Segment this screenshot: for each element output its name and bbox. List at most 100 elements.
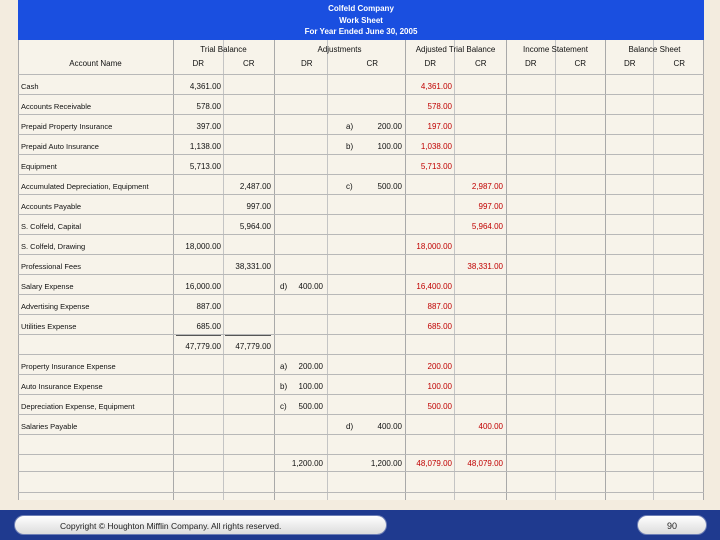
row-divider <box>18 434 704 435</box>
subcolumn-border <box>653 40 654 500</box>
adjustment-credit-ref: c) <box>346 182 353 191</box>
adjustment-credit-cell: 100.00 <box>377 142 402 151</box>
adjusted-trial-balance-debit-cell: 16,400.00 <box>416 282 452 291</box>
trial-balance-credit-cell: 5,964.00 <box>239 222 271 231</box>
account-name-cell: Accounts Receivable <box>21 102 92 111</box>
account-name-cell: Cash <box>21 82 39 91</box>
account-name-cell: Accounts Payable <box>21 202 82 211</box>
row-divider <box>18 294 704 295</box>
account-name-cell: Auto Insurance Expense <box>21 382 103 391</box>
copyright-notice: Copyright © Houghton Mifflin Company. Al… <box>14 515 387 535</box>
account-name-cell: Accumulated Depreciation, Equipment <box>21 182 149 191</box>
row-divider <box>18 254 704 255</box>
column-border <box>506 40 507 500</box>
row-divider <box>18 94 704 95</box>
adjustment-credit-ref: d) <box>346 422 354 431</box>
row-divider <box>18 274 704 275</box>
column-border <box>703 40 704 500</box>
account-name-cell: Equipment <box>21 162 57 171</box>
adjusted-trial-balance-debit-cell: 200.00 <box>427 362 452 371</box>
trial-balance-credit-cell: 2,487.00 <box>239 182 271 191</box>
adjusted-trial-balance-credit-cell: 2,987.00 <box>471 182 503 191</box>
adjusted-trial-balance-credit-cell: 5,964.00 <box>471 222 503 231</box>
adjusted-trial-balance-credit-cell: 997.00 <box>478 202 503 211</box>
trial-balance-debit-cell: 5,713.00 <box>189 162 221 171</box>
adjustment-credit-ref: b) <box>346 142 354 151</box>
row-divider <box>18 154 704 155</box>
account-name-cell: Salaries Payable <box>21 422 78 431</box>
adjustment-debit-ref: a) <box>280 362 288 371</box>
account-name-cell: Property Insurance Expense <box>21 362 116 371</box>
adjusted-trial-balance-debit-cell: 18,000.00 <box>416 242 452 251</box>
period-label: For Year Ended June 30, 2005 <box>304 27 418 36</box>
adjustment-debit-ref: b) <box>280 382 288 391</box>
adjustment-credit-cell: 500.00 <box>377 182 402 191</box>
adjusted-trial-balance-credit-cell: 38,331.00 <box>467 262 503 271</box>
debit-header: DR <box>623 59 636 68</box>
credit-header: CR <box>474 59 487 68</box>
document-title: Work Sheet <box>339 15 383 25</box>
row-divider <box>18 134 704 135</box>
footer-bar: Copyright © Houghton Mifflin Company. Al… <box>0 510 720 540</box>
account-name-header: Account Name <box>69 59 122 68</box>
trial-balance-credit-cell: 997.00 <box>246 202 271 211</box>
account-name-cell: Depreciation Expense, Equipment <box>21 402 135 411</box>
subcolumn-border <box>327 40 328 500</box>
adjustment-debit-cell: 200.00 <box>298 362 323 371</box>
adjusted-trial-balance-debit-cell: 48,079.00 <box>416 459 452 468</box>
adjusted-trial-balance-debit-cell: 1,038.00 <box>420 142 452 151</box>
company-name: Colfeld Company <box>328 4 394 13</box>
debit-header: DR <box>192 59 205 68</box>
trial-balance-debit-cell: 16,000.00 <box>185 282 221 291</box>
trial-balance-debit-cell: 397.00 <box>196 122 221 131</box>
trial-balance-debit-cell: 18,000.00 <box>185 242 221 251</box>
row-divider <box>18 414 704 415</box>
subcolumn-border <box>223 40 224 500</box>
row-divider <box>18 214 704 215</box>
account-name-cell: Prepaid Property Insurance <box>21 122 113 131</box>
trial-balance-debit-cell: 887.00 <box>196 302 221 311</box>
adjusted-trial-balance-debit-cell: 578.00 <box>427 102 452 111</box>
adjustment-debit-cell: 100.00 <box>298 382 323 391</box>
adjusted-trial-balance-debit-cell: 197.00 <box>427 122 452 131</box>
row-divider <box>18 334 704 335</box>
column-group-header: Income Statement <box>523 45 588 54</box>
trial-balance-debit-cell: 1,138.00 <box>189 142 221 151</box>
adjusted-trial-balance-credit-cell: 400.00 <box>478 422 503 431</box>
adjusted-trial-balance-credit-cell: 48,079.00 <box>467 459 503 468</box>
debit-header: DR <box>524 59 537 68</box>
subcolumn-border <box>454 40 455 500</box>
account-name-cell: Advertising Expense <box>21 302 90 311</box>
account-name-cell: Utilities Expense <box>21 322 77 331</box>
adjusted-trial-balance-debit-cell: 500.00 <box>427 402 452 411</box>
credit-header: CR <box>574 59 587 68</box>
adjustment-debit-ref: d) <box>280 282 288 291</box>
trial-balance-debit-cell: 47,779.00 <box>185 342 221 351</box>
credit-header: CR <box>242 59 255 68</box>
row-divider <box>18 314 704 315</box>
debit-header: DR <box>424 59 437 68</box>
trial-balance-credit-cell: 47,779.00 <box>235 342 271 351</box>
adjusted-trial-balance-debit-cell: 887.00 <box>427 302 452 311</box>
row-divider <box>18 354 704 355</box>
adjusted-trial-balance-debit-cell: 5,713.00 <box>420 162 452 171</box>
trial-balance-debit-cell: 685.00 <box>196 322 221 331</box>
row-divider <box>18 194 704 195</box>
adjusted-trial-balance-debit-cell: 685.00 <box>427 322 452 331</box>
row-divider <box>18 374 704 375</box>
adjustment-credit-ref: a) <box>346 122 354 131</box>
row-divider <box>18 174 704 175</box>
adjustment-credit-cell: 200.00 <box>377 122 402 131</box>
worksheet-title-banner: Colfeld Company Work Sheet For Year Ende… <box>18 0 704 40</box>
row-divider <box>18 471 704 472</box>
account-name-cell: Professional Fees <box>21 262 82 271</box>
subcolumn-border <box>555 40 556 500</box>
adjustment-credit-cell: 400.00 <box>377 422 402 431</box>
row-divider <box>18 114 704 115</box>
credit-header: CR <box>673 59 686 68</box>
row-divider <box>18 394 704 395</box>
row-divider <box>18 492 704 493</box>
column-group-header: Trial Balance <box>200 45 247 54</box>
column-group-header: Adjustments <box>317 45 362 54</box>
total-underline <box>176 335 221 336</box>
